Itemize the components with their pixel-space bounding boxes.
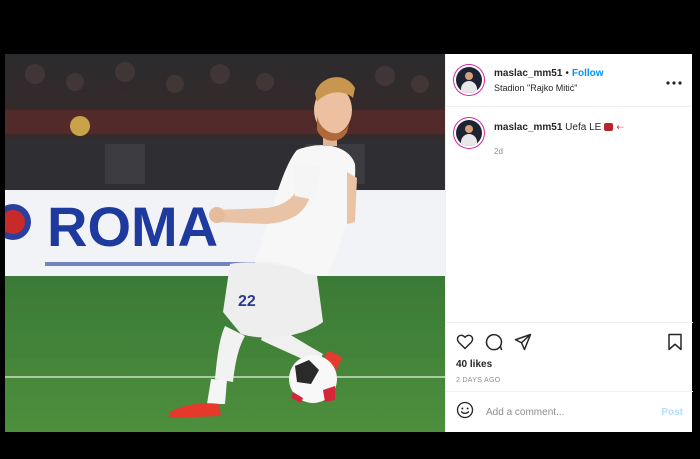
avatar[interactable]	[456, 67, 482, 93]
more-options-icon[interactable]	[666, 72, 682, 88]
header-meta: maslac_mm51 • Follow Stadion "Rajko Mitić"	[494, 65, 666, 95]
caption-username[interactable]: maslac_mm51	[494, 122, 562, 133]
separator-dot: •	[565, 68, 569, 79]
football-player-image: ROMA 22	[5, 54, 445, 432]
caption-avatar[interactable]	[456, 120, 482, 146]
shirt-number: 22	[238, 293, 256, 310]
post-actions: 40 likes 2 DAYS AGO	[446, 322, 693, 384]
post-modal: ROMA 22 maslac_mm51 • Follow Stadion "Ra…	[5, 54, 693, 432]
likes-count[interactable]: 40 likes	[456, 359, 683, 370]
comment-bubble-icon[interactable]	[485, 333, 503, 351]
add-comment-bar: Post	[446, 391, 693, 432]
caption-time: 2d	[494, 147, 503, 156]
emoji-smile-icon[interactable]	[456, 401, 474, 424]
username-link[interactable]: maslac_mm51	[494, 68, 562, 79]
caption-text: Uefa LE	[565, 122, 602, 133]
post-date: 2 DAYS AGO	[456, 377, 501, 384]
caption-arrow: ⇠	[616, 122, 624, 132]
post-photo[interactable]: ROMA 22	[5, 54, 445, 432]
post-header: maslac_mm51 • Follow Stadion "Rajko Mitić"	[446, 54, 692, 107]
banner-text: ROMA	[47, 195, 218, 258]
comment-input[interactable]	[484, 405, 662, 419]
like-heart-icon[interactable]	[456, 334, 474, 350]
share-send-icon[interactable]	[514, 333, 532, 351]
flag-emoji-icon	[604, 123, 614, 132]
post-comment-button[interactable]: Post	[661, 407, 683, 418]
location-link[interactable]: Stadion "Rajko Mitić"	[494, 81, 666, 95]
post-side-panel: maslac_mm51 • Follow Stadion "Rajko Mitić"…	[445, 54, 693, 432]
caption-body: maslac_mm51 Uefa LE ⇠ 2d	[494, 120, 682, 159]
follow-button[interactable]: Follow	[572, 68, 604, 79]
caption-comment: maslac_mm51 Uefa LE ⇠ 2d	[446, 107, 692, 172]
bookmark-icon[interactable]	[667, 333, 683, 351]
